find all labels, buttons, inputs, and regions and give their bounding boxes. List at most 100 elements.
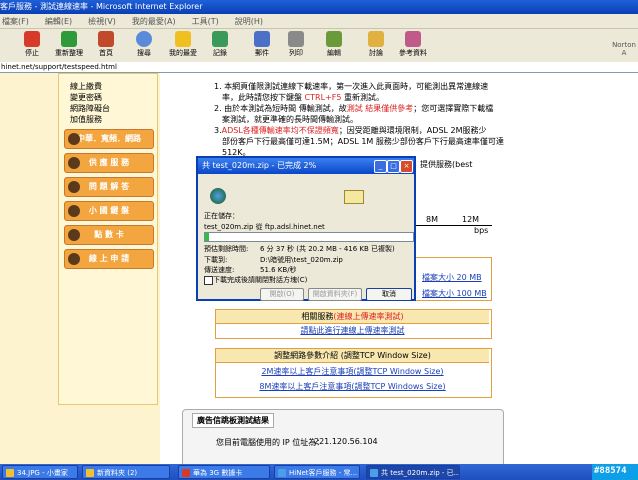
menu-view[interactable]: 檢視(V) (88, 16, 116, 27)
note-3a-text: 3. (214, 126, 222, 135)
refresh-label: 重新整理 (55, 49, 83, 57)
download-icon (370, 469, 378, 477)
home-label: 首頁 (99, 49, 113, 57)
note-2c-text: ；您可選擇實際下載檔 (413, 104, 494, 113)
download-progress-bar (204, 232, 414, 242)
tcp-link-2m[interactable]: 2M速率以上客戶注意事項(調整TCP Window Size) (261, 367, 443, 376)
note-1a: 1. 本網頁僅限測試連線下載速率，第一次進入此頁面時，可能測出異常連線速 (214, 82, 489, 91)
eta-value: 6 分 37 秒 (共 20.2 MB - 416 KB 已複製) (260, 245, 395, 253)
refresh-icon (61, 31, 77, 47)
watermark: #88574 (594, 466, 627, 476)
scale-unit: bps (474, 226, 489, 235)
file-source: test_020m.zip 從 ftp.adsl.hinet.net (204, 223, 325, 231)
scale-label-12m: 12M (462, 215, 480, 224)
nav-button-services[interactable]: 供 應 服 務 (64, 153, 154, 173)
search-label: 搜尋 (137, 49, 151, 57)
menu-help[interactable]: 說明(H) (235, 16, 263, 27)
search-button[interactable]: 搜尋 (130, 31, 158, 58)
nav-button-points-card[interactable]: 點 數 卡 (64, 225, 154, 245)
minimize-button[interactable]: _ (374, 160, 387, 173)
note-2b-text: 測試 結果僅供參考 (346, 104, 414, 113)
ip-label: 您目前電腦使用的 IP 位址為： (216, 438, 325, 447)
address-bar[interactable]: hinet.net/support/testspeed.html (0, 62, 638, 73)
nav-button-keyboard[interactable]: 小 國 鍵 盤 (64, 201, 154, 221)
task-paint[interactable]: 34.JPG - 小畫家 (2, 465, 78, 479)
eta-label: 預估剩餘時間: (204, 245, 249, 253)
note-3a: 3.ADSL各種傳輸速率均不保證頻寬；因受距離與環境限制，ADSL 2M服務少 (214, 125, 487, 136)
open-folder-button[interactable]: 開啟資料夾(F) (308, 288, 362, 301)
close-button[interactable]: × (400, 160, 413, 173)
related-services-header: 相關服務(連線上傳速率測試) (216, 310, 489, 324)
taskbar: 34.JPG - 小畫家 新資料夾 (2) 華為 3G 數據卡 HiNet客戶服… (0, 464, 638, 480)
stop-label: 停止 (25, 49, 39, 57)
window-title-bar: 客戶服務 - 測試連線速率 - Microsoft Internet Explo… (0, 0, 638, 14)
paint-icon (6, 469, 14, 477)
note-2a: 2. 由於本測試為短時間 傳輸測試，故測試 結果僅供參考；您可選擇實際下載檔 (214, 103, 493, 114)
file-link-20mb[interactable]: 檔案大小 20 MB (422, 272, 482, 283)
nav-button-faq[interactable]: 問 題 解 答 (64, 177, 154, 197)
home-button[interactable]: 首頁 (92, 31, 120, 58)
upload-test-link[interactable]: 請點此進行連線上傳速率測試 (301, 326, 405, 335)
print-button[interactable]: 列印 (284, 31, 308, 58)
close-when-done-label: 下載完成後請關閉對話方塊(C) (213, 276, 308, 284)
mail-button[interactable]: 郵件 (248, 31, 276, 58)
nav-link-password[interactable]: 變更密碼 (70, 92, 102, 103)
discuss-button[interactable]: 討論 (364, 31, 388, 58)
task-download[interactable]: 共 test_020m.zip - 已... (366, 465, 460, 479)
menu-tools[interactable]: 工具(T) (192, 16, 219, 27)
favorites-label: 我的最愛 (169, 49, 197, 57)
nav-button-broadband[interactable]: 中華．寬頻．網路 (64, 129, 154, 149)
address-url: hinet.net/support/testspeed.html (1, 63, 117, 71)
star-icon (175, 31, 191, 47)
services-icon (68, 157, 80, 169)
tcp-link-8m[interactable]: 8M速率以上客戶注意事項(調整TCP Windows Size) (259, 382, 445, 391)
close-when-done-checkbox[interactable] (204, 276, 213, 285)
menu-file[interactable]: 檔案(F) (2, 16, 29, 27)
nav-link-billing[interactable]: 線上繳費 (70, 81, 102, 92)
home-icon (98, 31, 114, 47)
dialog-title: 共 test_020m.zip - 已完成 2% (202, 161, 317, 170)
nav-link-value-added[interactable]: 加值服務 (70, 114, 102, 125)
ie-icon (278, 469, 286, 477)
refresh-button[interactable]: 重新整理 (50, 31, 88, 58)
broadband-icon (68, 133, 80, 145)
nav-button-label: 小 國 鍵 盤 (88, 206, 130, 215)
nav-button-apply-online[interactable]: 線 上 申 請 (64, 249, 154, 269)
cancel-button[interactable]: 取消 (366, 288, 412, 301)
open-button[interactable]: 開啟(O) (260, 288, 304, 301)
task-huawei[interactable]: 華為 3G 數據卡 (178, 465, 270, 479)
window-title: 客戶服務 - 測試連線速率 - Microsoft Internet Explo… (0, 2, 203, 11)
research-button[interactable]: 參考資料 (394, 31, 432, 58)
task-ie-hinet[interactable]: HiNet客戶服務 - 常... (274, 465, 360, 479)
tcp-row-2: 8M速率以上客戶注意事項(調整TCP Windows Size) (216, 380, 489, 393)
globe-icon (210, 188, 226, 204)
nav-link-network-fault[interactable]: 網路障礙台 (70, 103, 110, 114)
folder-icon (86, 469, 94, 477)
edit-button[interactable]: 編輯 (320, 31, 348, 58)
task-label: 34.JPG - 小畫家 (17, 469, 68, 477)
toolbar: 停止 重新整理 首頁 搜尋 我的最愛 記錄 郵件 列印 編輯 討論 參考資料 N… (0, 29, 638, 63)
edit-label: 編輯 (327, 49, 341, 57)
maximize-button[interactable]: □ (387, 160, 400, 173)
nav-button-label: 點 數 卡 (94, 230, 124, 239)
menu-bar: 檔案(F) 編輯(E) 檢視(V) 我的最愛(A) 工具(T) 說明(H) (0, 14, 638, 29)
keyboard-icon (68, 205, 80, 217)
norton-label[interactable]: Norton A (610, 41, 638, 57)
note-2a-text: 2. 由於本測試為短時間 傳輸測試，故 (214, 104, 347, 113)
menu-favorites[interactable]: 我的最愛(A) (132, 16, 176, 27)
note-3d: 部份客戶下行最高僅可達1.5M；ADSL 1M 服務少部份客戶下行最高速率僅可達 (222, 137, 504, 146)
history-button[interactable]: 記錄 (208, 31, 232, 58)
note-3b-text: ADSL各種傳輸速率均不保證頻寬 (221, 126, 339, 135)
tcp-header: 調整網路參數介紹 (調整TCP Window Size) (216, 349, 489, 363)
stop-button[interactable]: 停止 (18, 31, 46, 58)
related-title-red: (連線上傳速率測試) (333, 312, 404, 321)
menu-edit[interactable]: 編輯(E) (45, 16, 72, 27)
favorites-button[interactable]: 我的最愛 (166, 31, 200, 58)
task-folder[interactable]: 新資料夾 (2) (82, 465, 170, 479)
nav-button-label: 線 上 申 請 (88, 254, 130, 263)
discuss-icon (368, 31, 384, 47)
folder-icon (344, 190, 364, 204)
nav-button-label: 中華．寬頻．網路 (77, 134, 141, 143)
search-icon (136, 31, 152, 47)
file-link-100mb[interactable]: 檔案大小 100 MB (422, 288, 487, 299)
